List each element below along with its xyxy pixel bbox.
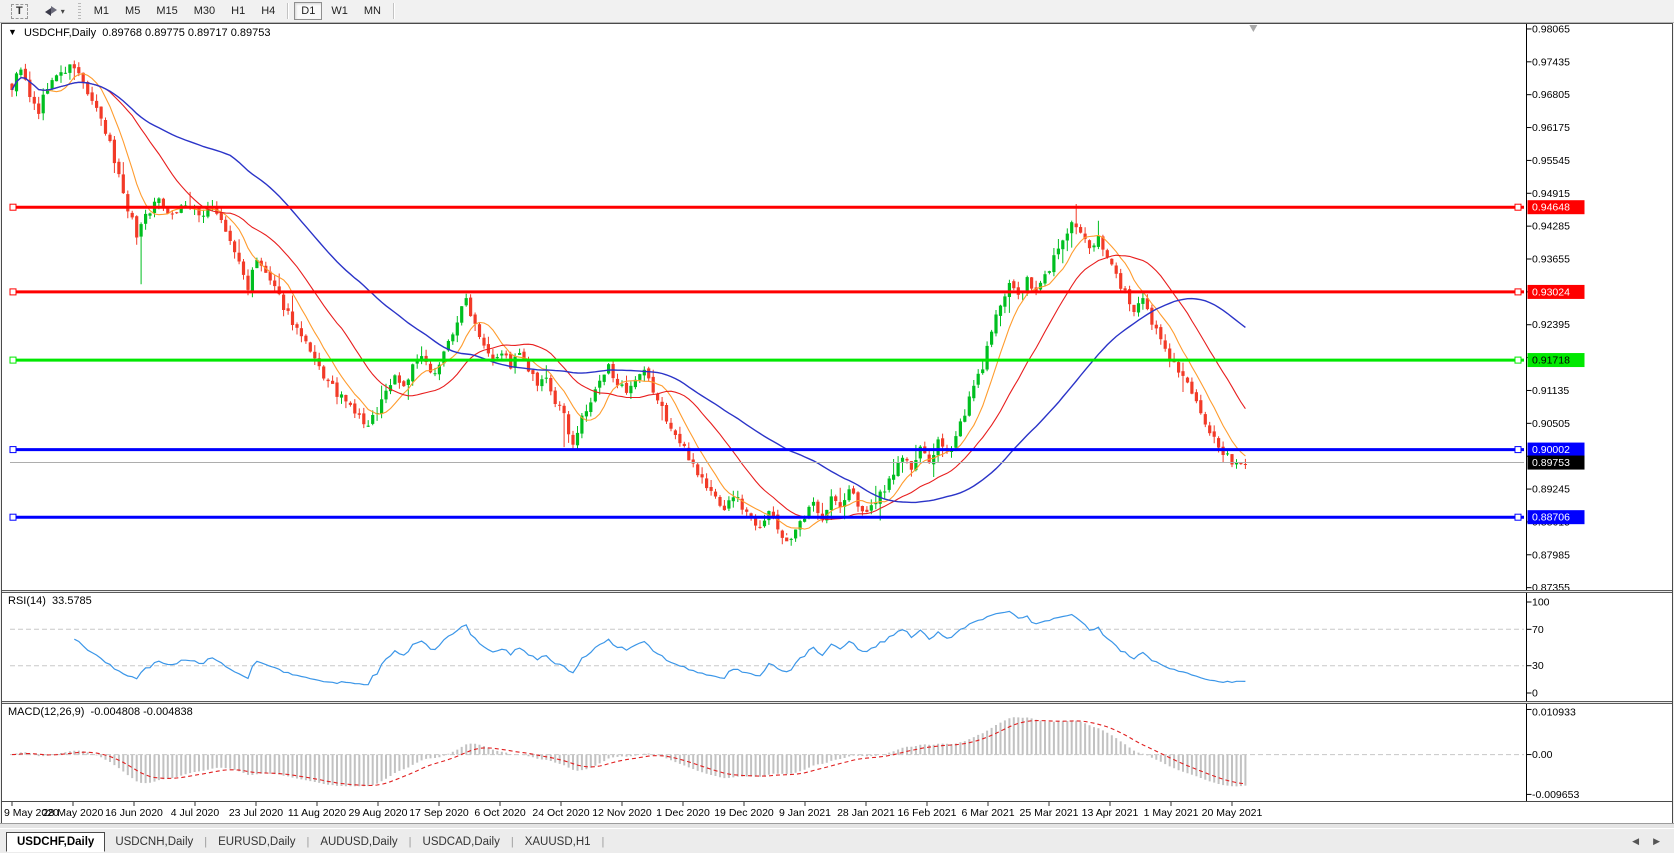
time-axis-label: 24 Oct 2020 [532, 807, 589, 819]
price-axis-label: 0.94915 [1532, 188, 1570, 200]
chart-tab-xauusd-h1[interactable]: XAUUSD,H1 [515, 833, 601, 851]
time-axis-label: 9 Jan 2021 [779, 807, 831, 819]
time-axis-label: 11 Aug 2020 [288, 807, 346, 819]
price-line-label: 0.88706 [1532, 512, 1570, 524]
timeframe-button-d1[interactable]: D1 [294, 2, 323, 20]
price-axis-label: 0.87355 [1532, 582, 1570, 590]
time-axis-label: 20 May 2021 [1202, 807, 1263, 819]
tab-separator: | [601, 835, 605, 848]
price-axis-label: 0.96175 [1532, 122, 1570, 134]
price-axis-label: 0.97435 [1532, 56, 1570, 68]
top-toolbar: T ▾ M1 M5 M15 M30 H1 H4 D1 W1 MN [0, 0, 1674, 23]
time-axis-label: 6 Mar 2021 [961, 807, 1014, 819]
tab-separator: | [408, 835, 412, 848]
macd-axis-label: 0.00 [1532, 749, 1553, 761]
rsi-value: 33.5785 [52, 595, 92, 607]
time-axis-label: 17 Sep 2020 [409, 807, 469, 819]
chart-tab-audusd-daily[interactable]: AUDUSD,Daily [310, 833, 407, 851]
price-axis-label: 0.89245 [1532, 484, 1570, 496]
price-axis-label: 0.94285 [1532, 221, 1570, 233]
time-axis-label: 23 Jul 2020 [229, 807, 283, 819]
time-axis-label: 16 Jun 2020 [105, 807, 163, 819]
time-axis-label: 16 Feb 2021 [898, 807, 957, 819]
macd-chart-canvas[interactable]: 0.010933 0.00 -0.009653 [2, 704, 1672, 801]
timeframe-button-h4[interactable]: H4 [254, 2, 282, 20]
chart-tabbar: USDCHF,Daily USDCNH,Daily | EURUSD,Daily | AU… [0, 828, 1674, 853]
rsi-chart-canvas[interactable]: 100 70 30 0 [2, 593, 1672, 701]
tab-scroll-right-icon[interactable]: ▶ [1653, 836, 1660, 847]
timeframe-button-m15[interactable]: M15 [149, 2, 184, 20]
rsi-axis-label: 100 [1532, 597, 1550, 609]
chart-dropdown-icon[interactable]: ▼ [8, 27, 17, 37]
price-axis-label: 0.96805 [1532, 89, 1570, 101]
chart-tabs: USDCHF,Daily USDCNH,Daily | EURUSD,Daily | AU… [6, 831, 605, 852]
price-axis-label: 0.93655 [1532, 254, 1570, 266]
tab-scroll-arrows: ◀ ▶ [1632, 836, 1660, 847]
price-line-label: 0.90002 [1532, 444, 1570, 456]
rsi-name: RSI(14) [8, 595, 46, 607]
toolbar-grip [77, 3, 81, 19]
rsi-title: RSI(14) 33.5785 [8, 595, 92, 607]
time-axis-label: 6 Oct 2020 [474, 807, 526, 819]
time-axis: 9 May 202028 May 2020 16 Jun 2020 4 Jul 20… [2, 801, 1672, 822]
timeframe-button-h1[interactable]: H1 [224, 2, 252, 20]
tab-scroll-left-icon[interactable]: ◀ [1632, 836, 1639, 847]
price-line-label: 0.91718 [1532, 355, 1570, 367]
time-axis-label: 28 May 2020 [43, 807, 104, 819]
toolbar-separator [392, 3, 395, 19]
rsi-axis-label: 70 [1532, 624, 1544, 636]
price-line-label: 0.94648 [1532, 202, 1570, 214]
price-chart-canvas[interactable]: 0.98065 0.97435 0.96805 0.96175 0.95545 0.949… [2, 24, 1672, 590]
chart-tab-eurusd-daily[interactable]: EURUSD,Daily [208, 833, 305, 851]
time-axis-label: 13 Apr 2021 [1082, 807, 1139, 819]
timeframe-button-m1[interactable]: M1 [87, 2, 116, 20]
toolbar-separator [287, 3, 290, 19]
price-axis-label: 0.98065 [1532, 24, 1570, 35]
chart-ohlc-values: 0.89768 0.89775 0.89717 0.89753 [102, 27, 271, 39]
rsi-axis-label: 0 [1532, 688, 1538, 700]
chart-tab-usdcad-daily[interactable]: USDCAD,Daily [413, 833, 510, 851]
price-axis-label: 0.91135 [1532, 385, 1569, 397]
dropdown-caret-icon: ▾ [60, 6, 65, 16]
text-tool-icon: T [11, 3, 28, 19]
timeframe-button-w1[interactable]: W1 [324, 2, 355, 20]
macd-axis-label: -0.009653 [1532, 789, 1579, 801]
timeframe-button-m30[interactable]: M30 [187, 2, 222, 20]
time-axis-label: 1 Dec 2020 [656, 807, 710, 819]
timeframe-group: M1 M5 M15 M30 H1 H4 D1 W1 MN [86, 2, 399, 20]
current-price-label: 0.89753 [1532, 457, 1570, 469]
chart-symbol-label: USDCHF,Daily [23, 27, 97, 39]
timeframe-button-m5[interactable]: M5 [118, 2, 147, 20]
mt4-window: T ▾ M1 M5 M15 M30 H1 H4 D1 W1 MN ▼ USDCHF,Daily … [0, 0, 1674, 853]
time-axis-label: 12 Nov 2020 [592, 807, 652, 819]
arrange-tool-button[interactable]: ▾ [37, 2, 72, 20]
time-axis-label: 25 Mar 2021 [1020, 807, 1079, 819]
arrange-icon [44, 5, 58, 17]
chart-tab-usdcnh-daily[interactable]: USDCNH,Daily [105, 833, 203, 851]
text-tool-button[interactable]: T [4, 2, 35, 20]
tab-separator: | [204, 835, 208, 848]
time-axis-label: 19 Dec 2020 [714, 807, 774, 819]
timeframe-button-mn[interactable]: MN [357, 2, 388, 20]
chart-title: ▼ USDCHF,Daily 0.89768 0.89775 0.89717 0… [8, 27, 270, 39]
macd-values: -0.004808 -0.004838 [90, 706, 193, 718]
tab-separator: | [306, 835, 310, 848]
price-axis-label: 0.95545 [1532, 155, 1570, 167]
time-axis-label: 4 Jul 2020 [171, 807, 220, 819]
macd-name: MACD(12,26,9) [8, 706, 85, 718]
tab-separator: | [510, 835, 514, 848]
price-line-label: 0.93024 [1532, 286, 1570, 298]
macd-axis-label: 0.010933 [1532, 707, 1576, 719]
price-axis-label: 0.90505 [1532, 418, 1570, 430]
price-axis-label: 0.87985 [1532, 549, 1570, 561]
time-axis-label: 28 Jan 2021 [837, 807, 895, 819]
chart-window: ▼ USDCHF,Daily 0.89768 0.89775 0.89717 0… [1, 23, 1673, 824]
time-axis-label: 1 May 2021 [1144, 807, 1199, 819]
time-axis-label: 29 Aug 2020 [349, 807, 408, 819]
chart-tab-usdchf-daily[interactable]: USDCHF,Daily [6, 832, 106, 852]
macd-title: MACD(12,26,9) -0.004808 -0.004838 [8, 706, 193, 718]
rsi-axis-label: 30 [1532, 660, 1544, 672]
price-axis-label: 0.92395 [1532, 319, 1570, 331]
